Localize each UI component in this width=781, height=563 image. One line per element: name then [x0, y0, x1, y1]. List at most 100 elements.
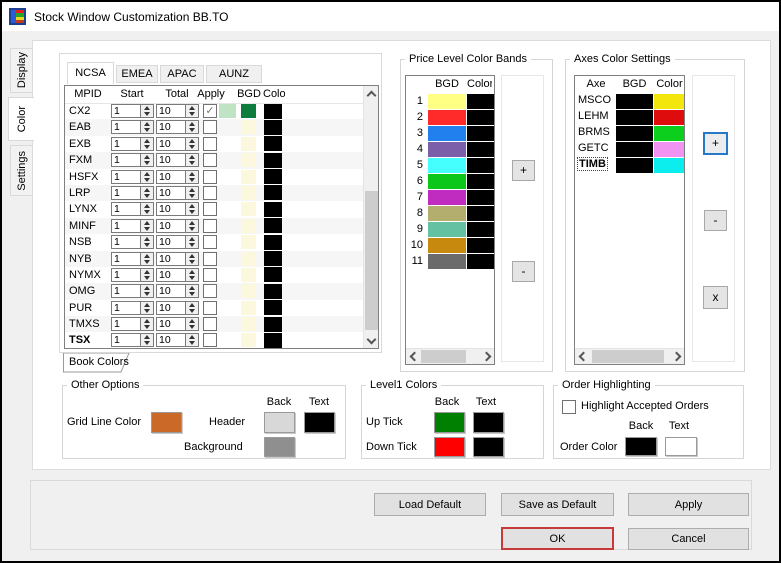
tab-aunz[interactable]: AUNZ	[206, 65, 262, 83]
apply-checkbox[interactable]	[203, 153, 217, 168]
bands-horizontal-scrollbar[interactable]	[406, 348, 494, 364]
band-bgd-swatch[interactable]	[428, 93, 466, 109]
tab-emea[interactable]: EMEA	[116, 65, 158, 83]
ok-button[interactable]: OK	[501, 527, 614, 550]
scroll-thumb[interactable]	[365, 191, 378, 330]
down-tick-back-swatch[interactable]	[434, 437, 465, 457]
start-input[interactable]: 1	[111, 136, 141, 151]
start-input[interactable]: 1	[111, 251, 141, 266]
band-color-swatch[interactable]	[467, 141, 494, 157]
apply-checkbox[interactable]	[203, 317, 217, 332]
axe-bgd-swatch[interactable]	[616, 109, 653, 125]
scroll-thumb[interactable]	[421, 350, 466, 363]
total-spinner[interactable]	[185, 300, 199, 315]
header-text-swatch[interactable]	[304, 412, 335, 433]
start-spinner[interactable]	[140, 267, 154, 282]
axe-color-swatch[interactable]	[654, 109, 684, 125]
band-bgd-swatch[interactable]	[428, 189, 466, 205]
total-spinner[interactable]	[185, 185, 199, 200]
total-spinner[interactable]	[185, 284, 199, 299]
bgd-swatch[interactable]	[241, 218, 256, 233]
start-input[interactable]: 1	[111, 185, 141, 200]
axe-label[interactable]: LEHM	[577, 110, 610, 122]
total-input[interactable]: 10	[156, 120, 186, 135]
total-input[interactable]: 10	[156, 235, 186, 250]
axe-bgd-swatch[interactable]	[616, 157, 653, 173]
tab-apac[interactable]: APAC	[160, 65, 204, 83]
up-tick-text-swatch[interactable]	[473, 412, 504, 433]
mpid-vertical-scrollbar[interactable]	[363, 86, 378, 348]
total-input[interactable]: 10	[156, 153, 186, 168]
total-spinner[interactable]	[185, 120, 199, 135]
band-bgd-swatch[interactable]	[428, 237, 466, 253]
total-spinner[interactable]	[185, 235, 199, 250]
total-spinner[interactable]	[185, 153, 199, 168]
bgd-swatch[interactable]	[241, 104, 256, 118]
axe-color-swatch[interactable]	[654, 93, 684, 109]
total-input[interactable]: 10	[156, 300, 186, 315]
apply-checkbox[interactable]	[203, 185, 217, 200]
start-spinner[interactable]	[140, 300, 154, 315]
band-color-swatch[interactable]	[467, 173, 494, 189]
order-back-swatch[interactable]	[625, 437, 657, 456]
band-bgd-swatch[interactable]	[428, 109, 466, 125]
band-color-swatch[interactable]	[467, 109, 494, 125]
start-spinner[interactable]	[140, 235, 154, 250]
order-text-swatch[interactable]	[665, 437, 697, 456]
apply-checkbox[interactable]	[203, 169, 217, 184]
color-swatch[interactable]	[264, 169, 282, 185]
band-color-swatch[interactable]	[467, 189, 494, 205]
band-color-swatch[interactable]	[467, 125, 494, 141]
bgd-swatch[interactable]	[241, 185, 256, 200]
start-spinner[interactable]	[140, 169, 154, 184]
total-spinner[interactable]	[185, 251, 199, 266]
start-spinner[interactable]	[140, 153, 154, 168]
background-swatch[interactable]	[264, 437, 295, 457]
start-input[interactable]: 1	[111, 300, 141, 315]
axe-color-swatch[interactable]	[654, 141, 684, 157]
band-bgd-swatch[interactable]	[428, 205, 466, 221]
color-swatch[interactable]	[264, 300, 282, 316]
total-input[interactable]: 10	[156, 218, 186, 233]
start-input[interactable]: 1	[111, 284, 141, 299]
axe-color-swatch[interactable]	[654, 125, 684, 141]
start-spinner[interactable]	[140, 202, 154, 217]
band-color-swatch[interactable]	[467, 253, 494, 269]
band-color-swatch[interactable]	[467, 205, 494, 221]
load-default-button[interactable]: Load Default	[374, 493, 486, 516]
bgd-swatch[interactable]	[241, 202, 256, 217]
bgd-swatch[interactable]	[241, 120, 256, 135]
start-spinner[interactable]	[140, 185, 154, 200]
bgd-swatch[interactable]	[241, 284, 256, 299]
total-spinner[interactable]	[185, 104, 199, 118]
start-input[interactable]: 1	[111, 153, 141, 168]
start-spinner[interactable]	[140, 333, 154, 348]
apply-checkbox[interactable]	[203, 333, 217, 348]
total-input[interactable]: 10	[156, 104, 186, 118]
tab-display[interactable]: Display	[10, 48, 33, 93]
save-as-default-button[interactable]: Save as Default	[501, 493, 614, 516]
apply-checkbox[interactable]	[203, 218, 217, 233]
scroll-right-arrow-icon[interactable]	[671, 349, 684, 364]
tab-settings[interactable]: Settings	[10, 145, 33, 196]
tab-ncsa[interactable]: NCSA	[67, 62, 114, 84]
start-spinner[interactable]	[140, 251, 154, 266]
start-input[interactable]: 1	[111, 317, 141, 332]
apply-button[interactable]: Apply	[628, 493, 749, 516]
total-spinner[interactable]	[185, 267, 199, 282]
bands-add-button[interactable]: +	[512, 160, 535, 181]
color-swatch[interactable]	[264, 119, 282, 135]
total-spinner[interactable]	[185, 136, 199, 151]
band-bgd-swatch[interactable]	[428, 141, 466, 157]
scroll-down-arrow-icon[interactable]	[364, 333, 378, 348]
axes-remove-button[interactable]: -	[704, 210, 727, 231]
apply-checkbox[interactable]	[203, 235, 217, 250]
color-swatch[interactable]	[264, 267, 282, 283]
color-swatch[interactable]	[264, 283, 282, 299]
color-swatch[interactable]	[264, 332, 282, 348]
apply-checkbox[interactable]	[203, 136, 217, 151]
band-bgd-swatch[interactable]	[428, 173, 466, 189]
bgd-swatch[interactable]	[241, 267, 256, 282]
bgd-swatch[interactable]	[241, 169, 256, 184]
scroll-thumb[interactable]	[592, 350, 664, 363]
